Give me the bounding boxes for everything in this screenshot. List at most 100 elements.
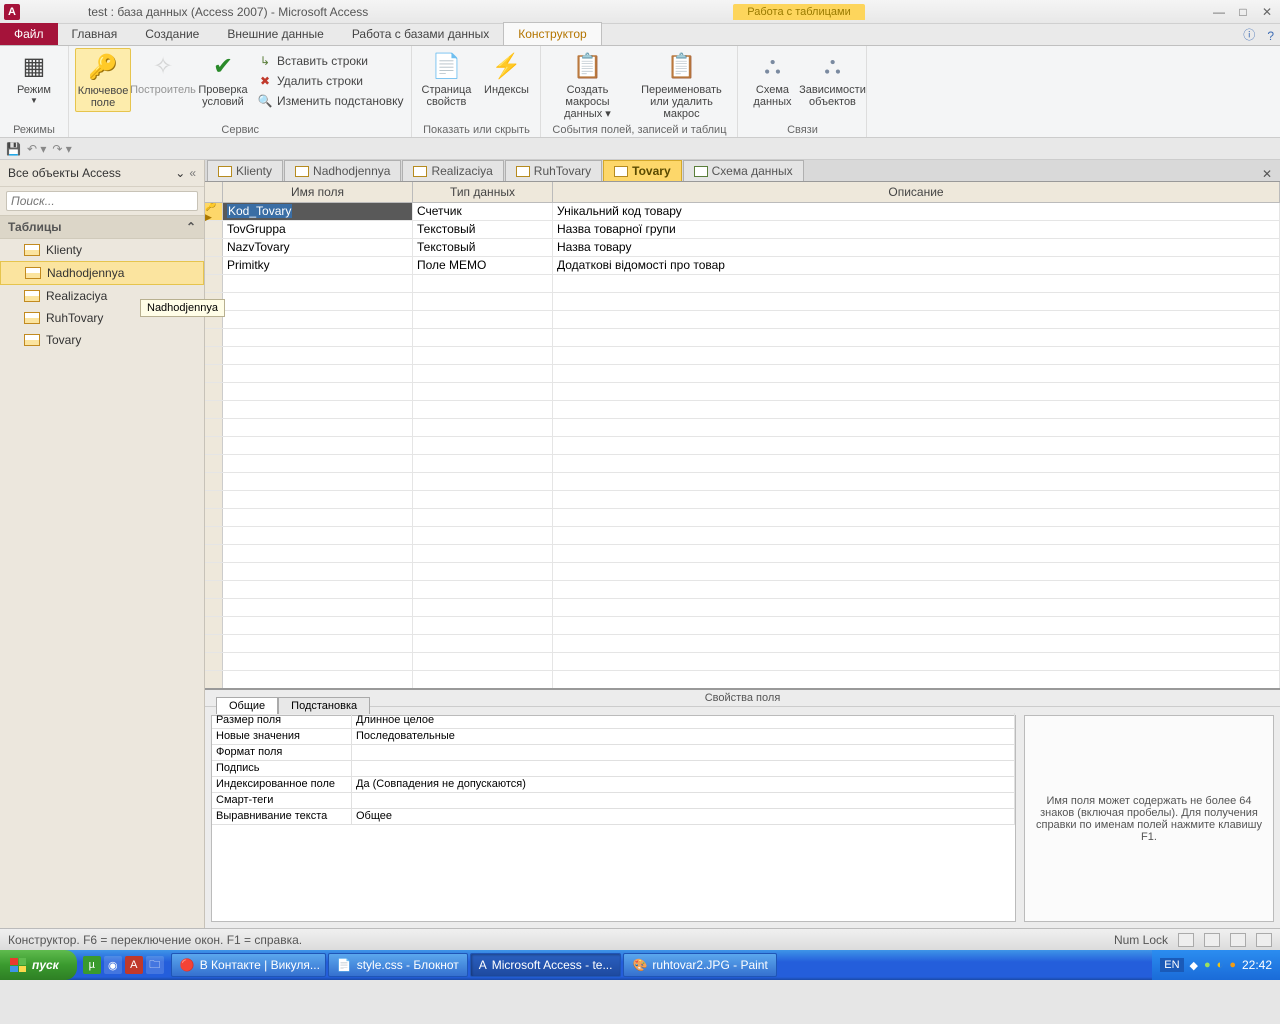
fp-tab-lookup[interactable]: Подстановка [278, 697, 370, 714]
header-data-type[interactable]: Тип данных [413, 182, 553, 202]
property-sheet-button[interactable]: 📄 Страница свойств [418, 48, 474, 110]
cell-field-name[interactable]: Primitky [223, 257, 413, 274]
field-row-empty[interactable] [205, 491, 1280, 509]
field-row-empty[interactable] [205, 473, 1280, 491]
field-row-empty[interactable] [205, 635, 1280, 653]
chrome-icon[interactable]: ◉ [104, 956, 122, 974]
help-icon[interactable]: ⓘ [1237, 24, 1261, 45]
taskbar-task[interactable]: 📄style.css - Блокнот [328, 953, 468, 977]
field-row-empty[interactable] [205, 311, 1280, 329]
row-selector[interactable] [205, 257, 223, 274]
prop-value[interactable] [352, 745, 1015, 761]
field-row-empty[interactable] [205, 617, 1280, 635]
view-datasheet-button[interactable] [1178, 933, 1194, 947]
tab-external-data[interactable]: Внешние данные [213, 23, 338, 45]
row-selector[interactable] [205, 239, 223, 256]
prop-value[interactable] [352, 761, 1015, 777]
explorer-icon[interactable]: 🗀 [146, 956, 164, 974]
tray-icon-1[interactable]: ◆ [1190, 959, 1198, 972]
insert-rows-button[interactable]: ↳Вставить строки [255, 52, 405, 70]
builder-button[interactable]: ✧ Построитель [135, 48, 191, 98]
cell-description[interactable]: Додаткові відомості про товар [553, 257, 1280, 274]
cell-field-name[interactable]: TovGruppa [223, 221, 413, 238]
cell-data-type[interactable]: Текстовый [413, 239, 553, 256]
relationships-button[interactable]: ⛬ Схема данных [744, 48, 800, 110]
header-field-name[interactable]: Имя поля [223, 182, 413, 202]
start-button[interactable]: пуск [0, 950, 77, 980]
view-chart-button[interactable] [1256, 933, 1272, 947]
indexes-button[interactable]: ⚡ Индексы [478, 48, 534, 98]
close-button[interactable]: ✕ [1258, 5, 1276, 19]
cell-description[interactable]: Назва товарної групи [553, 221, 1280, 238]
restore-button[interactable]: □ [1234, 5, 1252, 19]
save-icon[interactable]: 💾 [6, 142, 21, 156]
tray-icon-3[interactable]: ◐ [1217, 959, 1224, 971]
doctab-ruhtovary[interactable]: RuhTovary [505, 160, 602, 181]
header-description[interactable]: Описание [553, 182, 1280, 202]
doctab-klienty[interactable]: Klienty [207, 160, 283, 181]
field-row-empty[interactable] [205, 329, 1280, 347]
tray-icon-4[interactable]: ● [1229, 959, 1236, 971]
taskbar-task[interactable]: 🎨ruhtovar2.JPG - Paint [623, 953, 776, 977]
field-row[interactable]: NazvTovaryТекстовыйНазва товару [205, 239, 1280, 257]
cell-description[interactable]: Назва товару [553, 239, 1280, 256]
taskbar-task[interactable]: 🔴В Контакте | Викуля... [171, 953, 326, 977]
help-question-icon[interactable]: ? [1261, 27, 1280, 45]
field-row-empty[interactable] [205, 545, 1280, 563]
view-button[interactable]: ▦ Режим ▼ [6, 48, 62, 107]
doctab-nadhodjennya[interactable]: Nadhodjennya [284, 160, 401, 181]
language-indicator[interactable]: EN [1160, 958, 1183, 972]
doctab-realizaciya[interactable]: Realizaciya [402, 160, 503, 181]
view-design-button[interactable] [1204, 933, 1220, 947]
field-row-empty[interactable] [205, 275, 1280, 293]
cell-field-name[interactable]: NazvTovary [223, 239, 413, 256]
primary-key-button[interactable]: 🔑 Ключевое поле [75, 48, 131, 112]
collapse-icon[interactable]: « [189, 166, 196, 180]
field-row-empty[interactable] [205, 365, 1280, 383]
tab-home[interactable]: Главная [58, 23, 132, 45]
field-row[interactable]: TovGruppaТекстовыйНазва товарної групи [205, 221, 1280, 239]
delete-rows-button[interactable]: ✖Удалить строки [255, 72, 405, 90]
field-row[interactable]: PrimitkyПоле МЕМОДодаткові відомості про… [205, 257, 1280, 275]
navpane-header[interactable]: Все объекты Access ⌄« [0, 160, 204, 187]
field-row-empty[interactable] [205, 599, 1280, 617]
validation-button[interactable]: ✔ Проверка условий [195, 48, 251, 110]
cell-data-type[interactable]: Счетчик [413, 203, 553, 220]
prop-value[interactable] [352, 793, 1015, 809]
field-row-empty[interactable] [205, 437, 1280, 455]
field-row-empty[interactable] [205, 347, 1280, 365]
field-row-empty[interactable] [205, 581, 1280, 599]
prop-value[interactable]: Последовательные [352, 729, 1015, 745]
doctab-схема-данных[interactable]: Схема данных [683, 160, 804, 181]
field-row-empty[interactable] [205, 527, 1280, 545]
field-row-empty[interactable] [205, 509, 1280, 527]
cell-description[interactable]: Унікальний код товару [553, 203, 1280, 220]
tab-create[interactable]: Создание [131, 23, 213, 45]
search-input[interactable] [6, 191, 198, 211]
tab-database-tools[interactable]: Работа с базами данных [338, 23, 503, 45]
field-row-empty[interactable] [205, 653, 1280, 671]
reader-icon[interactable]: A [125, 956, 143, 974]
navitem-nadhodjennya[interactable]: Nadhodjennya [0, 261, 204, 285]
minimize-button[interactable]: — [1210, 5, 1228, 19]
field-row-empty[interactable] [205, 563, 1280, 581]
collapse-group-icon[interactable]: ⌃ [186, 220, 196, 234]
cell-field-name[interactable]: Kod_Tovary [223, 203, 413, 220]
close-tab-button[interactable]: ✕ [1254, 167, 1280, 181]
field-row[interactable]: 🔑▶Kod_TovaryСчетчикУнікальний код товару [205, 203, 1280, 221]
redo-icon[interactable]: ↷ ▾ [52, 142, 71, 156]
field-row-empty[interactable] [205, 455, 1280, 473]
modify-lookup-button[interactable]: 🔍Изменить подстановку [255, 92, 405, 110]
field-row-empty[interactable] [205, 401, 1280, 419]
prop-value[interactable]: Общее [352, 809, 1015, 825]
field-row-empty[interactable] [205, 383, 1280, 401]
clock[interactable]: 22:42 [1242, 958, 1272, 972]
field-row-empty[interactable] [205, 671, 1280, 688]
utorrent-icon[interactable]: µ [83, 956, 101, 974]
prop-value[interactable]: Длинное целое [352, 713, 1015, 729]
view-pivot-button[interactable] [1230, 933, 1246, 947]
fp-tab-general[interactable]: Общие [216, 697, 278, 714]
navitem-klienty[interactable]: Klienty [0, 239, 204, 261]
create-macros-button[interactable]: 📋 Создать макросы данных ▾ [547, 48, 627, 122]
object-deps-button[interactable]: ⛬ Зависимости объектов [804, 48, 860, 110]
